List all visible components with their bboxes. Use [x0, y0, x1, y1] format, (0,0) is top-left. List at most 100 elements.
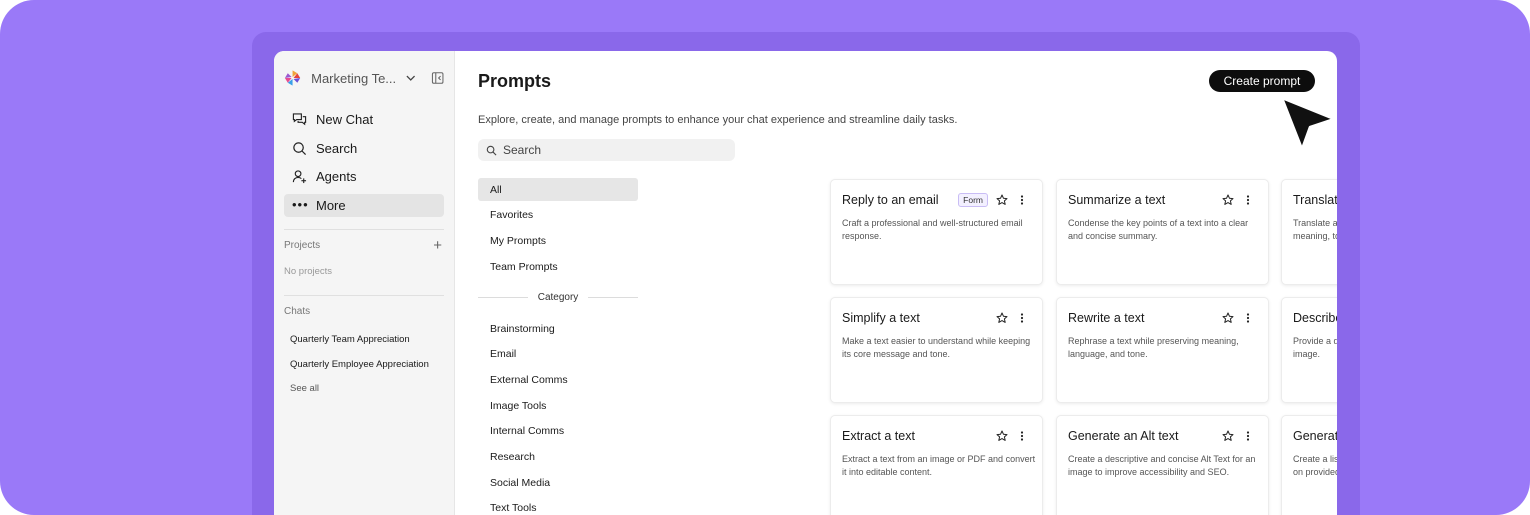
card-description: Translate a text accurately while mainta… — [1293, 218, 1337, 241]
more-vertical-icon[interactable] — [1242, 194, 1254, 206]
card-description: Make a text easier to understand while k… — [842, 336, 1031, 359]
star-icon[interactable] — [1222, 194, 1234, 206]
nav-label: Agents — [316, 169, 357, 184]
see-all-link[interactable]: See all — [290, 383, 444, 394]
card-title: Translate a text — [1293, 193, 1337, 207]
form-badge: Form — [958, 193, 988, 207]
prompt-card[interactable]: Reply to an email Form Craft a professio… — [830, 179, 1043, 285]
main-content: Prompts Create prompt Explore, create, a… — [455, 51, 1337, 515]
card-title: Generate an Alt text — [1068, 429, 1179, 443]
more-dots-icon: ••• — [292, 197, 309, 212]
card-header: Reply to an email Form — [842, 192, 1031, 208]
prompt-card[interactable]: Generate an Alt text Create a descriptiv… — [1056, 415, 1269, 515]
prompt-card[interactable]: Rewrite a text Rephrase a text while pre… — [1056, 297, 1269, 403]
card-header: Generate FAQs — [1293, 428, 1337, 444]
star-icon[interactable] — [996, 312, 1008, 324]
card-header: Summarize a text — [1068, 192, 1257, 208]
nav-label: Search — [316, 140, 358, 156]
card-description: Extract a text from an image or PDF and … — [842, 454, 1036, 477]
card-description: Create a descriptive and concise Alt Tex… — [1068, 454, 1256, 477]
filter-team-prompts[interactable]: Team Prompts — [478, 255, 638, 278]
category-item[interactable]: External Comms — [478, 368, 638, 391]
sidebar: Marketing Te... New Chat Search Agents •… — [274, 51, 455, 515]
category-heading: Category — [478, 287, 639, 307]
category-item[interactable]: Text Tools — [478, 497, 638, 515]
chevron-down-icon — [406, 75, 416, 81]
projects-heading: Projects — [284, 240, 321, 251]
nav-new-chat[interactable]: New Chat — [284, 108, 444, 131]
chat-item[interactable]: Quarterly Employee Appreciation — [290, 359, 444, 371]
more-vertical-icon[interactable] — [1016, 194, 1028, 206]
sidebar-divider — [284, 228, 444, 230]
card-title: Reply to an email — [842, 193, 939, 207]
nav-more[interactable]: ••• More — [284, 193, 444, 217]
projects-header: Projects + — [284, 237, 444, 254]
search-icon — [486, 145, 497, 155]
cursor-arrow-icon — [1280, 96, 1336, 151]
category-item[interactable]: Image Tools — [478, 394, 638, 417]
card-description: Provide a detailed and relevant descript… — [1293, 336, 1337, 359]
card-title: Generate FAQs — [1293, 429, 1337, 443]
category-item[interactable]: Research — [478, 446, 638, 469]
app-window: Marketing Te... New Chat Search Agents •… — [274, 51, 1337, 515]
card-header: Describe an image — [1293, 310, 1337, 326]
sidebar-divider — [284, 294, 444, 296]
card-description: Condense the key points of a text into a… — [1068, 218, 1249, 241]
star-icon[interactable] — [1222, 430, 1234, 442]
nav-label: New Chat — [316, 112, 374, 127]
page-title: Prompts — [478, 71, 552, 91]
category-item[interactable]: Internal Comms — [478, 420, 638, 443]
collapse-sidebar-icon[interactable] — [431, 71, 444, 85]
search-placeholder: Search — [503, 143, 542, 157]
chat-bubbles-icon — [292, 113, 307, 126]
card-title: Extract a text — [842, 429, 915, 443]
card-header: Simplify a text — [842, 310, 1031, 326]
chats-header: Chats — [284, 305, 444, 319]
page-background: Marketing Te... New Chat Search Agents •… — [0, 0, 1530, 515]
agent-user-icon — [292, 170, 307, 184]
prompt-card[interactable]: Translate a text Translate a text accura… — [1281, 179, 1337, 285]
card-description: Create a list of frequently asked questi… — [1293, 454, 1337, 477]
filter-favorites[interactable]: Favorites — [478, 204, 638, 227]
chat-item[interactable]: Quarterly Team Appreciation — [290, 334, 444, 346]
divider — [588, 296, 639, 298]
card-header: Generate an Alt text — [1068, 428, 1257, 444]
card-title: Rewrite a text — [1068, 311, 1145, 325]
prompt-card[interactable]: Summarize a text Condense the key points… — [1056, 179, 1269, 285]
create-prompt-button[interactable]: Create prompt — [1209, 70, 1315, 92]
more-vertical-icon[interactable] — [1016, 312, 1028, 324]
divider — [478, 296, 528, 298]
nav-agents[interactable]: Agents — [284, 165, 444, 188]
category-item[interactable]: Email — [478, 343, 638, 366]
workspace-logo-icon — [284, 70, 301, 86]
card-title: Describe an image — [1293, 311, 1337, 325]
card-header: Translate a text — [1293, 192, 1337, 208]
card-title: Simplify a text — [842, 311, 920, 325]
filter-all[interactable]: All — [478, 178, 638, 201]
prompt-card[interactable]: Extract a text Extract a text from an im… — [830, 415, 1043, 515]
card-title: Summarize a text — [1068, 193, 1166, 207]
category-item[interactable]: Brainstorming — [478, 317, 638, 340]
filter-list: All Favorites My Prompts Team Prompts Ca… — [478, 178, 639, 515]
star-icon[interactable] — [996, 194, 1008, 206]
card-header: Extract a text — [842, 428, 1031, 444]
more-vertical-icon[interactable] — [1016, 430, 1028, 442]
more-vertical-icon[interactable] — [1242, 312, 1254, 324]
add-project-icon[interactable]: + — [433, 237, 442, 254]
workspace-name: Marketing Te... — [311, 70, 397, 86]
star-icon[interactable] — [1222, 312, 1234, 324]
prompt-card[interactable]: Simplify a text Make a text easier to un… — [830, 297, 1043, 403]
prompt-card[interactable]: Describe an image Provide a detailed and… — [1281, 297, 1337, 403]
page-subtitle: Explore, create, and manage prompts to e… — [478, 114, 958, 126]
workspace-switcher[interactable]: Marketing Te... — [284, 69, 444, 87]
card-description: Craft a professional and well-structured… — [842, 218, 1023, 241]
more-vertical-icon[interactable] — [1242, 430, 1254, 442]
category-heading-label: Category — [537, 291, 579, 303]
star-icon[interactable] — [996, 430, 1008, 442]
category-item[interactable]: Social Media — [478, 471, 638, 494]
prompt-card[interactable]: Generate FAQs Create a list of frequentl… — [1281, 415, 1337, 515]
filter-my-prompts[interactable]: My Prompts — [478, 229, 638, 252]
search-input[interactable]: Search — [478, 139, 735, 161]
nav-search[interactable]: Search — [284, 137, 444, 160]
projects-empty: No projects — [284, 265, 333, 277]
